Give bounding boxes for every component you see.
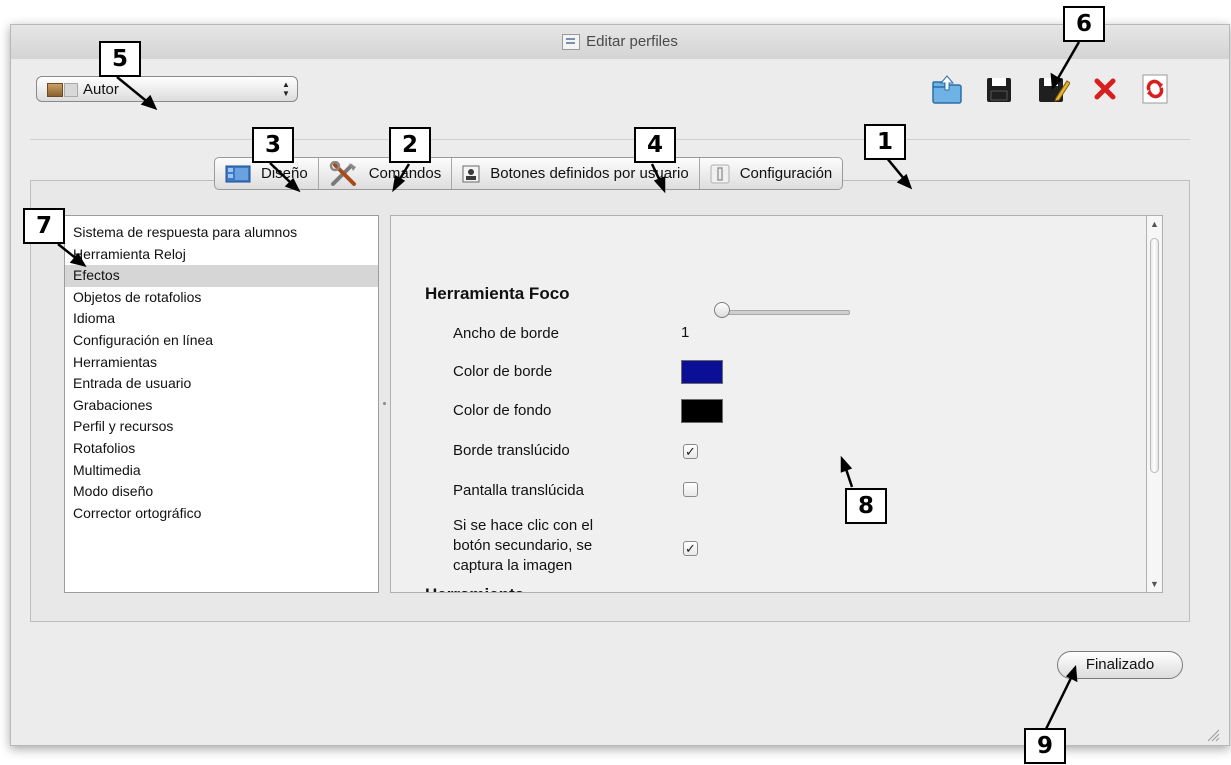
category-list: Sistema de respuesta para alumnos Herram… [64,215,379,593]
slider-knob[interactable] [714,302,730,318]
border-color-swatch[interactable] [681,360,723,384]
sidebar-item-efectos[interactable]: Efectos [65,265,378,287]
background-color-label: Color de fondo [453,402,552,419]
right-click-capture-checkbox[interactable]: ✓ [683,541,698,556]
refresh-icon[interactable] [1138,72,1172,106]
callout-3: 3 [252,127,294,163]
title-bar[interactable]: Editar perfiles [11,25,1229,59]
border-width-label: Ancho de borde [453,325,559,342]
tab-configuracion[interactable]: Configuración [700,158,843,189]
document-icon [562,34,581,50]
slider-track [716,310,850,315]
border-width-slider[interactable] [704,301,864,321]
sidebar-item-rotafolios[interactable]: Rotafolios [65,438,378,460]
profile-select[interactable]: Autor ▲ ▼ [36,76,298,102]
tab-diseno-label: Diseño [261,165,308,182]
sidebar-item-sistema-respuesta[interactable]: Sistema de respuesta para alumnos [65,222,378,244]
toolbar-separator [30,139,1190,140]
background-color-swatch[interactable] [681,399,723,423]
design-icon [225,165,251,182]
done-button[interactable]: Finalizado [1057,651,1183,679]
profile-icon [47,83,63,97]
border-width-value: 1 [681,324,690,341]
translucent-screen-label: Pantalla translúcida [453,482,584,499]
sidebar-item-idioma[interactable]: Idioma [65,308,378,330]
tab-configuracion-label: Configuración [739,165,833,182]
sidebar-item-herramienta-reloj[interactable]: Herramienta Reloj [65,244,378,266]
settings-icon [710,164,730,183]
right-click-capture-label-line2: botón secundario, se [453,537,593,554]
splitter-handle[interactable] [383,402,386,405]
callout-6: 6 [1063,6,1105,42]
save-icon[interactable] [982,72,1016,106]
callout-2: 2 [389,127,431,163]
sidebar-item-perfil-recursos[interactable]: Perfil y recursos [65,416,378,438]
sidebar-item-multimedia[interactable]: Multimedia [65,460,378,482]
next-section-title: Herramienta [425,585,524,592]
tools-icon [329,160,356,186]
delete-icon[interactable] [1088,72,1122,106]
save-as-icon[interactable] [1036,72,1070,106]
callout-1: 1 [864,124,906,160]
scroll-down-arrow-icon[interactable]: ▼ [1150,579,1159,589]
right-click-capture-label-line1: Si se hace clic con el [453,517,594,534]
translucent-border-label: Borde translúcido [453,442,570,459]
profile-select-value: Autor [83,81,119,98]
sidebar-item-grabaciones[interactable]: Grabaciones [65,395,378,417]
tab-comandos[interactable]: Comandos [319,158,453,189]
section-title: Herramienta Foco [425,284,570,303]
translucent-screen-checkbox[interactable] [683,482,698,497]
tab-bar: Diseño Comandos Botones definidos por us… [214,157,844,190]
tab-comandos-label: Comandos [368,165,442,182]
import-profile-icon[interactable] [930,72,964,106]
callout-8: 8 [845,488,887,524]
window-title: Editar perfiles [586,33,678,50]
callout-7: 7 [23,208,65,244]
callout-5: 5 [99,41,141,77]
updown-arrows-icon: ▲ ▼ [282,80,290,98]
settings-content: Herramienta Foco Ancho de borde 1 Color … [390,215,1147,593]
border-color-label: Color de borde [453,363,553,380]
callout-4: 4 [634,127,676,163]
right-click-capture-label-line3: captura la imagen [453,557,573,574]
callout-9: 9 [1024,728,1066,764]
sidebar-item-modo-diseno[interactable]: Modo diseño [65,481,378,503]
sidebar-item-objetos-rotafolios[interactable]: Objetos de rotafolios [65,287,378,309]
scroll-thumb[interactable] [1150,238,1159,473]
profile-badge-icon [64,83,78,97]
translucent-border-checkbox[interactable]: ✓ [683,444,698,459]
tab-botones-usuario-label: Botones definidos por usuario [490,165,689,182]
content-scrollbar[interactable]: ▲ ▼ [1147,215,1163,593]
user-button-icon [462,165,480,182]
sidebar-item-herramientas[interactable]: Herramientas [65,352,378,374]
sidebar-item-configuracion-linea[interactable]: Configuración en línea [65,330,378,352]
sidebar-item-corrector-ortografico[interactable]: Corrector ortográfico [65,503,378,525]
scroll-up-arrow-icon[interactable]: ▲ [1150,219,1159,229]
resize-grip-icon[interactable] [1206,728,1220,742]
sidebar-item-entrada-usuario[interactable]: Entrada de usuario [65,373,378,395]
